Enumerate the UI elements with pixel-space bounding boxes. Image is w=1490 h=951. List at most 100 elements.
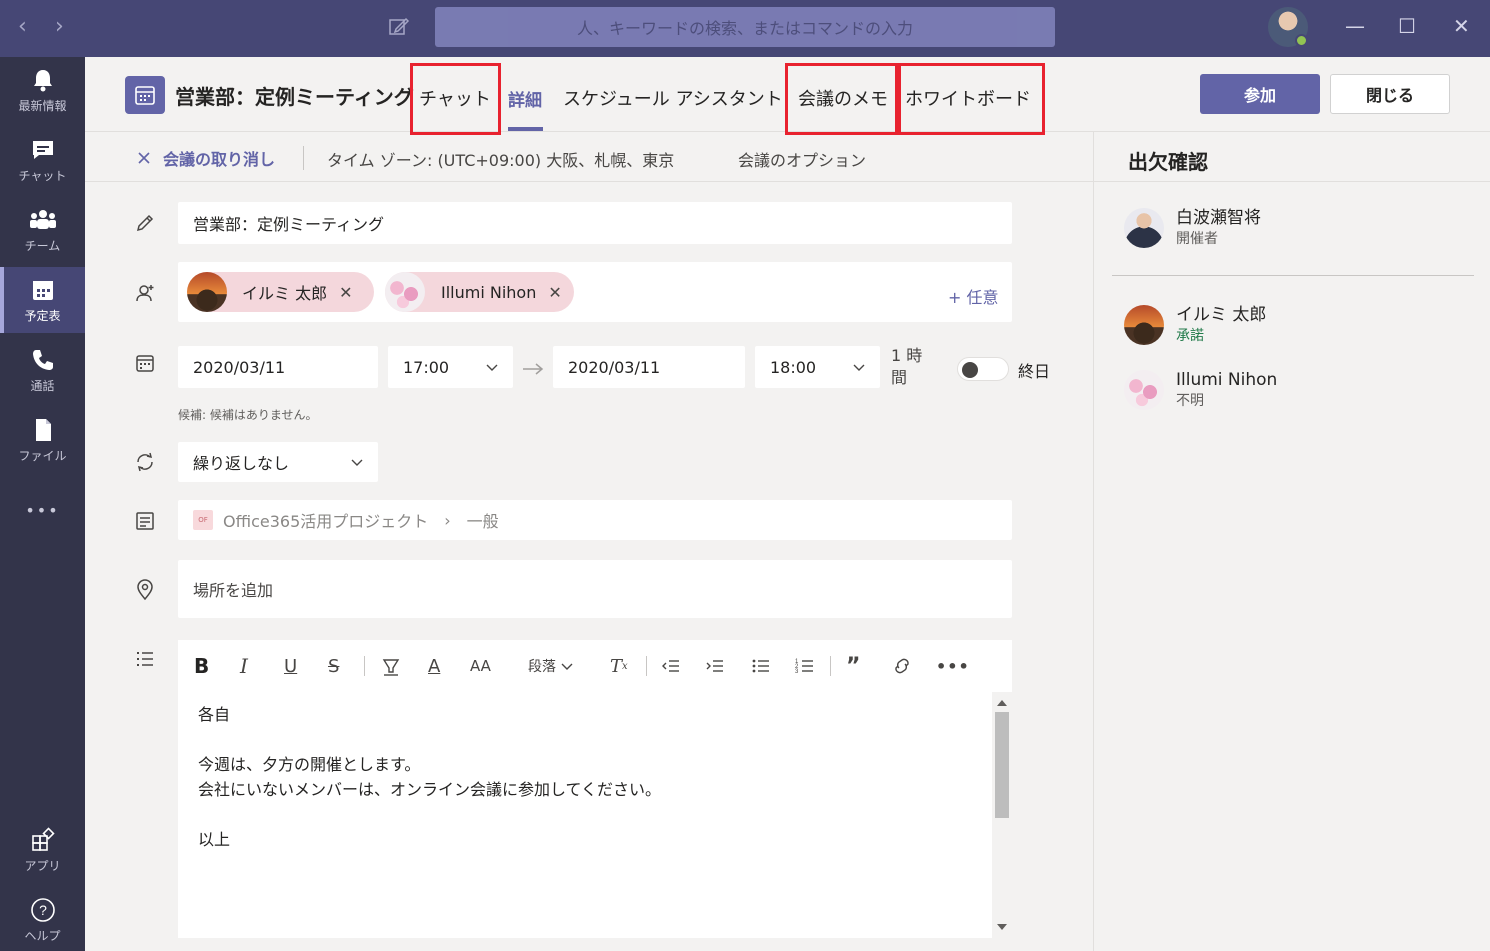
svg-text:?: ?	[39, 902, 47, 918]
avatar	[385, 272, 425, 312]
text-line: 以上	[198, 830, 231, 849]
allday-toggle[interactable]	[957, 357, 1009, 381]
rail-item-chat[interactable]: チャット	[0, 127, 85, 193]
remove-attendee-icon[interactable]: ✕	[339, 283, 352, 302]
person-name: Illumi Nihon	[1176, 370, 1278, 390]
search-input[interactable]: 人、キーワードの検索、またはコマンドの入力	[435, 7, 1055, 47]
page-title: 営業部：定例ミーティング	[175, 85, 414, 109]
rail-label: ヘルプ	[24, 928, 61, 943]
attendee-chip[interactable]: Illumi Nihon ✕	[385, 272, 574, 312]
clear-format-icon[interactable]: Tx	[610, 654, 628, 678]
tab-details[interactable]: 詳細	[508, 86, 542, 111]
join-button[interactable]: 参加	[1200, 74, 1320, 114]
underline-icon[interactable]: U	[284, 654, 297, 678]
title-value: 営業部：定例ミーティング	[193, 215, 385, 234]
svg-text:3: 3	[795, 669, 799, 675]
scrollbar[interactable]	[992, 692, 1012, 938]
meeting-toolbar: 会議の取り消し タイム ゾーン: (UTC+09:00) 大阪、札幌、東京 会議…	[85, 132, 1093, 182]
text-line	[198, 727, 661, 752]
meeting-options-link[interactable]: 会議のオプション	[738, 147, 866, 171]
meeting-calendar-icon	[125, 76, 165, 114]
remove-attendee-icon[interactable]: ✕	[548, 283, 561, 302]
description-editor[interactable]: B I U S A AA 段落 Tx 123 ” ••• 各自 今週は、夕方の開…	[178, 640, 1012, 938]
avatar	[1124, 370, 1164, 410]
rail-item-calendar[interactable]: 予定表	[0, 267, 85, 333]
title-field[interactable]: 営業部：定例ミーティング	[178, 202, 1012, 244]
timezone-selector[interactable]: タイム ゾーン: (UTC+09:00) 大阪、札幌、東京	[327, 147, 674, 171]
add-optional-attendee-link[interactable]: + 任意	[948, 284, 999, 308]
meeting-header: 営業部：定例ミーティング チャット 詳細 スケジュール アシスタント 会議のメモ…	[85, 57, 1490, 135]
start-date-field[interactable]: 2020/03/11	[178, 346, 378, 388]
indent-icon[interactable]	[704, 654, 726, 678]
title-bar: ‹ › 人、キーワードの検索、またはコマンドの入力 — ☐ ✕	[0, 0, 1490, 57]
outdent-icon[interactable]	[660, 654, 682, 678]
rail-item-teams[interactable]: チーム	[0, 197, 85, 263]
start-time-value: 17:00	[403, 357, 450, 377]
start-time-select[interactable]: 17:00	[388, 346, 513, 388]
quote-icon[interactable]: ”	[846, 654, 860, 679]
avatar	[1124, 208, 1164, 248]
font-color-icon[interactable]: A	[428, 654, 440, 678]
channel-name: 一般	[466, 512, 499, 531]
rail-item-activity[interactable]: 最新情報	[0, 57, 85, 123]
rail-label: アプリ	[24, 858, 61, 873]
scroll-up-icon[interactable]	[997, 700, 1007, 706]
end-time-select[interactable]: 18:00	[755, 346, 880, 388]
forward-button[interactable]: ›	[55, 14, 64, 39]
back-button[interactable]: ‹	[18, 14, 27, 39]
maximize-button[interactable]: ☐	[1398, 14, 1416, 38]
person-status: 不明	[1176, 393, 1204, 409]
attendance-title: 出欠確認	[1128, 150, 1208, 174]
numbered-list-icon[interactable]: 123	[794, 654, 816, 678]
apps-icon	[31, 826, 55, 851]
status-available-icon	[1295, 34, 1308, 47]
person-status: 開催者	[1176, 231, 1218, 247]
text-line: 会社にいないメンバーは、オンライン会議に参加してください。	[198, 780, 662, 799]
rail-label: チャット	[18, 168, 67, 183]
avatar	[1124, 305, 1164, 345]
rail-item-files[interactable]: ファイル	[0, 407, 85, 473]
paragraph-select[interactable]: 段落	[528, 654, 574, 678]
repeat-value: 繰り返しなし	[193, 454, 290, 473]
attendee-name: Illumi Nihon	[441, 282, 537, 302]
italic-icon[interactable]: I	[240, 654, 248, 678]
rail-item-calls[interactable]: 通話	[0, 337, 85, 403]
chat-icon	[32, 140, 53, 159]
end-date-field[interactable]: 2020/03/11	[553, 346, 745, 388]
attendee-organizer[interactable]: 白波瀬智将 開催者	[1124, 207, 1261, 249]
more-apps-button[interactable]: •••	[0, 477, 85, 543]
link-icon[interactable]	[890, 654, 914, 678]
rail-label: 予定表	[24, 308, 61, 323]
font-size-icon[interactable]: AA	[470, 654, 491, 678]
attendee-item[interactable]: イルミ 太郎 承諾	[1124, 304, 1266, 346]
location-input[interactable]: 場所を追加	[178, 560, 1012, 618]
scroll-down-icon[interactable]	[997, 924, 1007, 930]
allday-label: 終日	[1018, 362, 1051, 381]
attendee-item[interactable]: Illumi Nihon 不明	[1124, 369, 1277, 411]
cancel-meeting-label: 会議の取り消し	[163, 150, 276, 169]
bold-icon[interactable]: B	[194, 654, 209, 678]
close-window-button[interactable]: ✕	[1453, 14, 1470, 38]
description-text[interactable]: 各自 今週は、夕方の開催とします。 会社にいないメンバーは、オンライン会議に参加…	[198, 702, 661, 852]
tab-scheduling-assistant[interactable]: スケジュール アシスタント	[563, 85, 783, 111]
channel-field[interactable]: OF Office365活用プロジェクト › 一般	[178, 500, 1012, 540]
close-icon	[138, 152, 150, 164]
format-toolbar: B I U S A AA 段落 Tx 123 ” •••	[178, 640, 1012, 692]
close-button[interactable]: 閉じる	[1330, 74, 1450, 114]
rail-item-apps[interactable]: アプリ	[0, 817, 85, 883]
highlight-box-notes	[785, 63, 898, 135]
cancel-meeting-button[interactable]: 会議の取り消し	[137, 146, 275, 170]
compose-icon[interactable]	[388, 16, 410, 38]
text-line: 今週は、夕方の開催とします。	[198, 755, 421, 774]
strikethrough-icon[interactable]: S	[328, 654, 339, 678]
person-name: 白波瀬智将	[1176, 208, 1261, 228]
add-person-icon	[136, 285, 154, 302]
repeat-select[interactable]: 繰り返しなし	[178, 442, 378, 482]
rail-item-help[interactable]: ? ヘルプ	[0, 887, 85, 951]
attendee-chip[interactable]: イルミ 太郎 ✕	[187, 272, 374, 312]
more-options-icon[interactable]: •••	[936, 654, 970, 678]
highlight-icon[interactable]	[380, 654, 402, 678]
scroll-thumb[interactable]	[995, 712, 1009, 818]
minimize-button[interactable]: —	[1345, 14, 1365, 38]
bullet-list-icon[interactable]	[750, 654, 772, 678]
